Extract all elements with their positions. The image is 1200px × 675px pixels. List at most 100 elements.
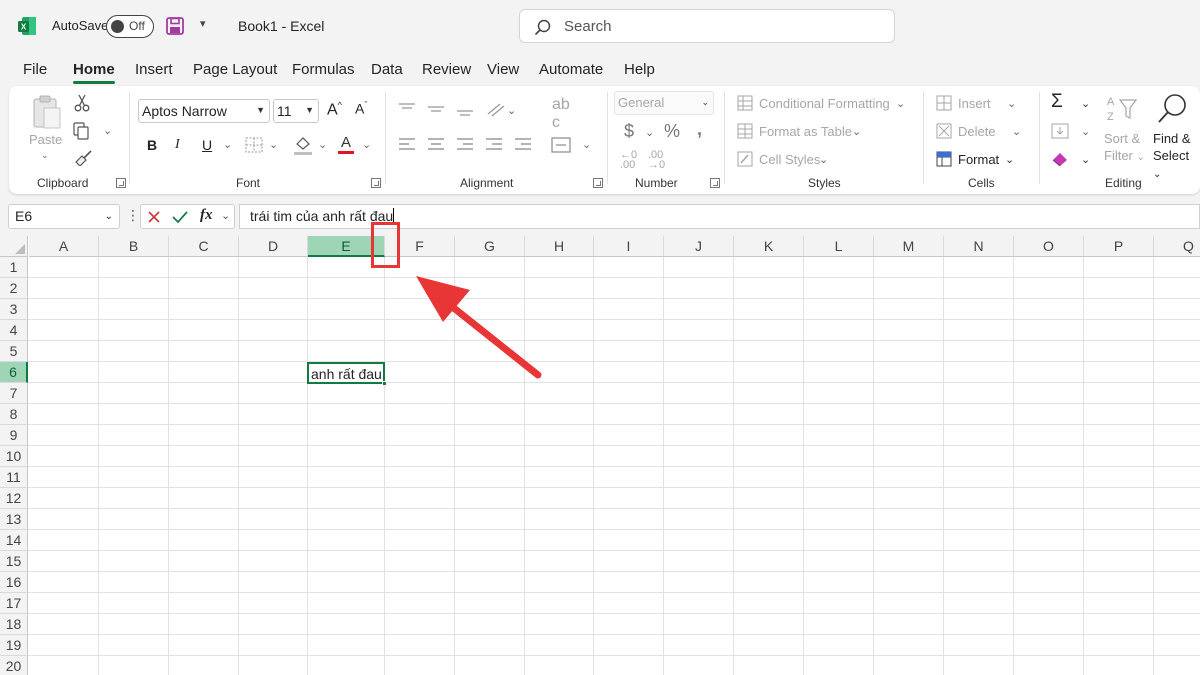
fill-icon[interactable] [1051, 123, 1069, 139]
autosum-icon[interactable]: Σ [1051, 91, 1063, 113]
fill-handle[interactable] [382, 381, 387, 386]
clear-dropdown-icon[interactable]: ⌄ [1081, 153, 1090, 166]
underline-dropdown-icon[interactable]: ⌄ [223, 138, 232, 151]
decrease-decimal-icon[interactable]: .00 →0 [648, 150, 665, 171]
tab-insert[interactable]: Insert [135, 61, 173, 78]
active-cell-e6[interactable]: anh rất đau [307, 362, 385, 384]
row-header-20[interactable]: 20 [0, 656, 28, 675]
row-header-15[interactable]: 15 [0, 551, 28, 572]
tab-formulas[interactable]: Formulas [292, 61, 355, 78]
search-box[interactable]: Search [519, 9, 895, 43]
tab-data[interactable]: Data [371, 61, 403, 78]
column-header-p[interactable]: P [1084, 236, 1154, 257]
tab-file[interactable]: File [23, 61, 47, 78]
row-header-18[interactable]: 18 [0, 614, 28, 635]
name-box[interactable]: E6 ⌄ [8, 204, 120, 229]
chevron-down-icon[interactable]: ⌄ [1007, 97, 1016, 110]
customize-qat-icon[interactable]: ▾ [200, 17, 206, 30]
column-header-d[interactable]: D [239, 236, 308, 257]
row-header-13[interactable]: 13 [0, 509, 28, 530]
fill-dropdown-icon[interactable]: ⌄ [1081, 125, 1090, 138]
worksheet-grid[interactable]: A B C D E F G H I J K L M N O P Q 1 2 3 4 5 6 7 8 9 10 11 12 13 14 15 16… [0, 236, 1200, 675]
row-header-17[interactable]: 17 [0, 593, 28, 614]
row-header-12[interactable]: 12 [0, 488, 28, 509]
tab-review[interactable]: Review [422, 61, 471, 78]
column-header-g[interactable]: G [455, 236, 525, 257]
row-header-8[interactable]: 8 [0, 404, 28, 425]
comma-style-icon[interactable]: , [697, 119, 702, 140]
select-all-button[interactable] [0, 236, 28, 257]
row-header-11[interactable]: 11 [0, 467, 28, 488]
column-header-n[interactable]: N [944, 236, 1014, 257]
insert-cells-label[interactable]: Insert [958, 96, 991, 111]
horizontal-align-icons[interactable] [397, 137, 537, 153]
tab-automate[interactable]: Automate [539, 61, 603, 78]
row-header-7[interactable]: 7 [0, 383, 28, 404]
format-cells-label[interactable]: Format [958, 152, 999, 167]
merge-dropdown-icon[interactable]: ⌄ [582, 138, 591, 151]
conditional-formatting-icon[interactable] [737, 95, 753, 111]
wrap-text-icon[interactable]: ab c [552, 96, 570, 132]
cut-icon[interactable] [74, 94, 90, 112]
currency-icon[interactable]: $ [624, 121, 634, 142]
clear-icon[interactable] [1051, 151, 1069, 167]
font-launcher-icon[interactable] [371, 178, 381, 188]
row-header-6[interactable]: 6 [0, 362, 28, 383]
tab-view[interactable]: View [487, 61, 519, 78]
insert-function-icon[interactable]: fx [200, 207, 213, 224]
sort-filter-label[interactable]: Sort & Filter ⌄ [1104, 130, 1145, 166]
italic-icon[interactable]: I [175, 137, 180, 153]
font-color-dropdown-icon[interactable]: ⌄ [362, 138, 371, 151]
copy-dropdown-icon[interactable]: ⌄ [103, 124, 112, 137]
format-painter-icon[interactable] [73, 150, 93, 166]
autosave-toggle[interactable]: Off [106, 15, 154, 38]
clipboard-launcher-icon[interactable] [116, 178, 126, 188]
borders-dropdown-icon[interactable]: ⌄ [269, 138, 278, 151]
merge-center-icon[interactable] [551, 137, 571, 153]
row-header-5[interactable]: 5 [0, 341, 28, 362]
fill-color-dropdown-icon[interactable]: ⌄ [318, 138, 327, 151]
borders-icon[interactable] [245, 137, 263, 153]
column-header-b[interactable]: B [99, 236, 169, 257]
percent-icon[interactable]: % [664, 121, 680, 142]
chevron-down-icon[interactable]: ⌄ [819, 153, 828, 166]
chevron-down-icon[interactable]: ⌄ [1012, 125, 1021, 138]
cell-styles-label[interactable]: Cell Styles [759, 152, 820, 167]
increase-font-size-icon[interactable]: A^ [327, 100, 342, 119]
conditional-formatting-label[interactable]: Conditional Formatting [759, 96, 890, 111]
column-header-j[interactable]: J [664, 236, 734, 257]
insert-cells-icon[interactable] [936, 95, 952, 111]
find-select-icon[interactable] [1155, 92, 1189, 126]
paste-label[interactable]: Paste [29, 132, 62, 147]
column-header-a[interactable]: A [29, 236, 99, 257]
font-color-icon[interactable]: A [337, 133, 355, 155]
cell-styles-icon[interactable] [737, 151, 753, 167]
fill-color-icon[interactable] [293, 134, 313, 156]
column-header-o[interactable]: O [1014, 236, 1084, 257]
more-options-icon[interactable]: ⋮ [126, 207, 140, 224]
chevron-down-icon[interactable]: ⌄ [852, 125, 861, 138]
sort-filter-icon[interactable]: A Z [1104, 94, 1140, 124]
tab-help[interactable]: Help [624, 61, 655, 78]
row-header-14[interactable]: 14 [0, 530, 28, 551]
cancel-icon[interactable] [147, 210, 161, 224]
save-icon[interactable] [165, 16, 185, 36]
number-launcher-icon[interactable] [710, 178, 720, 188]
copy-icon[interactable] [73, 122, 93, 140]
increase-decimal-icon[interactable]: ←0.00 [620, 150, 637, 171]
tab-home[interactable]: Home [73, 61, 115, 84]
currency-dropdown-icon[interactable]: ⌄ [645, 126, 654, 139]
orientation-dropdown-icon[interactable]: ⌄ [507, 104, 516, 117]
column-header-q[interactable]: Q [1154, 236, 1200, 257]
column-header-c[interactable]: C [169, 236, 239, 257]
underline-icon[interactable]: U [202, 137, 212, 153]
row-header-2[interactable]: 2 [0, 278, 28, 299]
paste-dropdown-icon[interactable]: ⌄ [41, 150, 49, 161]
row-header-1[interactable]: 1 [0, 257, 28, 278]
row-header-10[interactable]: 10 [0, 446, 28, 467]
autosum-dropdown-icon[interactable]: ⌄ [1081, 97, 1090, 110]
bold-icon[interactable]: B [147, 137, 157, 153]
format-as-table-label[interactable]: Format as Table [759, 124, 852, 139]
font-name-combo[interactable]: Aptos Narrow ▼ [138, 99, 270, 123]
column-header-i[interactable]: I [594, 236, 664, 257]
